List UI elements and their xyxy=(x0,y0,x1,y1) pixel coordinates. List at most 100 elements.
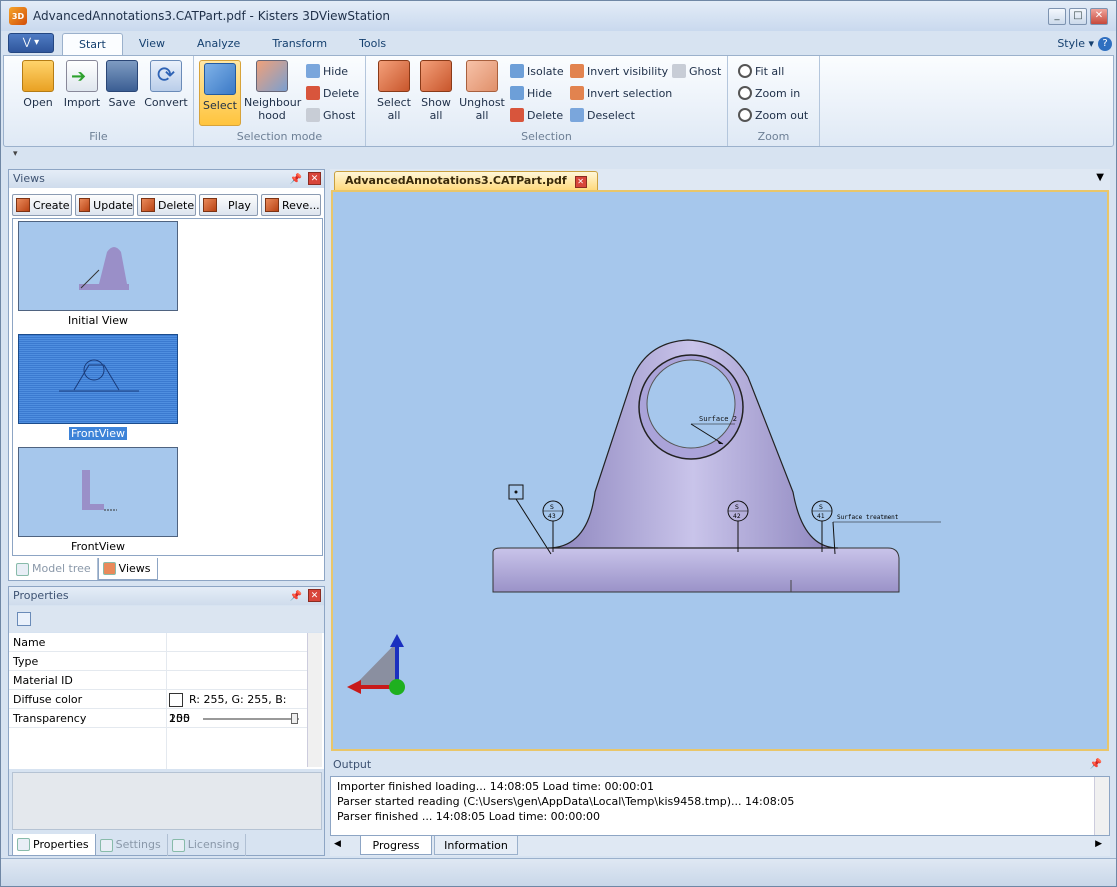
magnifier-minus-icon xyxy=(738,108,752,122)
hide-mode-button[interactable]: Hide xyxy=(306,62,348,80)
select-all-icon xyxy=(378,60,410,92)
copy-icon[interactable] xyxy=(17,612,31,626)
tab-view[interactable]: View xyxy=(123,33,181,55)
properties-toolbar xyxy=(9,606,324,632)
close-tab-icon[interactable]: ✕ xyxy=(574,176,587,188)
scroll-right-icon[interactable]: ▶ xyxy=(1095,839,1102,849)
hide-button[interactable]: Hide xyxy=(510,84,552,102)
tab-list-dropdown[interactable]: ▼ xyxy=(1096,172,1104,183)
views-icon xyxy=(102,562,116,575)
ghost-icon xyxy=(672,64,686,78)
pin-icon[interactable]: 📌 xyxy=(1090,759,1102,770)
output-scrollbar[interactable] xyxy=(1094,777,1109,835)
selection-mode-group: Select Neighbour hood Hide Delete Ghost S… xyxy=(194,56,366,146)
color-swatch[interactable] xyxy=(169,693,183,707)
panel-close-button[interactable]: ✕ xyxy=(308,589,321,602)
save-disk-icon xyxy=(106,60,138,92)
tab-views[interactable]: Views xyxy=(97,558,158,580)
transparency-slider[interactable] xyxy=(203,718,299,720)
ghost-mode-button[interactable]: Ghost xyxy=(306,106,355,124)
panel-close-button[interactable]: ✕ xyxy=(308,172,321,185)
convert-button[interactable]: ⟳ Convert xyxy=(142,60,190,109)
help-icon[interactable]: ? xyxy=(1098,37,1112,51)
tab-progress[interactable]: Progress xyxy=(360,836,432,855)
maximize-button[interactable]: □ xyxy=(1069,8,1087,25)
fit-all-button[interactable]: Fit all xyxy=(738,62,784,80)
delete-view-button[interactable]: Delete xyxy=(137,194,196,216)
output-panel: Output 📌 Importer finished loading... 14… xyxy=(330,757,1110,856)
svg-text:S: S xyxy=(819,504,823,511)
pin-icon[interactable]: 📌 xyxy=(290,171,302,189)
delete-button[interactable]: Delete xyxy=(510,106,563,124)
view-thumbnail-initial[interactable] xyxy=(18,221,178,311)
play-icon xyxy=(203,198,217,212)
zoom-in-button[interactable]: Zoom in xyxy=(738,84,800,102)
views-list: Initial View FrontView FrontView xyxy=(12,218,323,556)
play-view-button[interactable]: Play xyxy=(199,194,258,216)
save-button[interactable]: Save xyxy=(102,60,142,109)
create-view-icon xyxy=(16,198,30,212)
output-tabs: ◀ Progress Information ▶ xyxy=(330,836,1110,856)
prop-row-transparency[interactable]: Transparency 100 xyxy=(9,709,309,728)
scroll-left-icon[interactable]: ◀ xyxy=(334,839,341,849)
quick-access-toolbar[interactable]: ▾ xyxy=(3,149,1114,167)
pin-icon[interactable]: 📌 xyxy=(290,588,302,606)
views-panel: Views 📌 ✕ Create Update Delete Play Reve… xyxy=(8,169,325,581)
show-all-button[interactable]: Show all xyxy=(416,60,456,122)
unghost-all-button[interactable]: Unghost all xyxy=(458,60,506,122)
delete-mode-button[interactable]: Delete xyxy=(306,84,359,102)
tab-licensing[interactable]: Licensing xyxy=(168,834,247,856)
3d-model-canvas[interactable]: Surface 2 S 43 S 42 S 41 Surface treatme… xyxy=(333,192,1107,749)
tab-model-tree[interactable]: Model tree xyxy=(12,558,98,580)
convert-icon: ⟳ xyxy=(150,60,182,92)
settings-icon xyxy=(99,838,113,852)
prop-row-diffuse[interactable]: Diffuse color R: 255, G: 255, B: 255 xyxy=(9,690,309,725)
import-button[interactable]: ➔ Import xyxy=(60,60,104,109)
prop-row-type: Type xyxy=(9,652,309,671)
update-view-button[interactable]: Update xyxy=(75,194,134,216)
ghost-button[interactable]: Ghost xyxy=(672,62,721,80)
view-thumbnail-frontview[interactable] xyxy=(18,447,178,537)
deselect-icon xyxy=(570,108,584,122)
minimize-button[interactable]: _ xyxy=(1048,8,1066,25)
properties-scrollbar[interactable] xyxy=(307,633,322,767)
tab-transform[interactable]: Transform xyxy=(256,33,343,55)
view-thumbnail-frontview-selected[interactable] xyxy=(18,334,178,424)
create-view-button[interactable]: Create xyxy=(12,194,72,216)
hide-icon xyxy=(306,64,320,78)
open-button[interactable]: Open xyxy=(16,60,60,109)
tab-information[interactable]: Information xyxy=(434,836,518,855)
invert-visibility-icon xyxy=(570,64,584,78)
tab-start[interactable]: Start xyxy=(62,33,123,55)
views-panel-header: Views 📌 ✕ xyxy=(9,170,324,188)
tab-analyze[interactable]: Analyze xyxy=(181,33,256,55)
ribbon: Open ➔ Import Save ⟳ Convert File Select xyxy=(3,55,1114,147)
properties-grid: Name Type Material ID Diffuse color R: 25… xyxy=(9,633,324,769)
invert-selection-icon xyxy=(570,86,584,100)
3d-viewport[interactable]: Surface 2 S 43 S 42 S 41 Surface treatme… xyxy=(331,190,1109,751)
invert-selection-button[interactable]: Invert selection xyxy=(570,84,672,102)
output-line-1: Importer finished loading... 14:08:05 Lo… xyxy=(337,780,654,793)
close-button[interactable]: ✕ xyxy=(1090,8,1108,25)
tab-tools[interactable]: Tools xyxy=(343,33,402,55)
slider-thumb[interactable] xyxy=(291,713,298,724)
app-menu-button[interactable]: ⋁ ▾ xyxy=(8,33,54,53)
view-label-frontview-selected: FrontView xyxy=(69,427,127,440)
reverse-view-button[interactable]: Reve... xyxy=(261,194,321,216)
select-mode-button[interactable]: Select xyxy=(199,60,241,126)
hide-icon xyxy=(510,86,524,100)
isolate-button[interactable]: Isolate xyxy=(510,62,564,80)
invert-visibility-button[interactable]: Invert visibility xyxy=(570,62,668,80)
tab-settings[interactable]: Settings xyxy=(96,834,168,856)
zoom-out-button[interactable]: Zoom out xyxy=(738,106,808,124)
document-tab[interactable]: AdvancedAnnotations3.CATPart.pdf ✕ xyxy=(334,171,598,191)
delete-icon xyxy=(510,108,524,122)
select-all-button[interactable]: Select all xyxy=(374,60,414,122)
tab-properties[interactable]: Properties xyxy=(12,834,96,856)
reverse-icon xyxy=(265,198,279,212)
views-panel-tabs: Model tree Views xyxy=(12,558,158,580)
style-menu[interactable]: Style ▾ xyxy=(1057,37,1094,50)
part-bore-hole xyxy=(646,359,736,449)
deselect-button[interactable]: Deselect xyxy=(570,106,635,124)
neighbourhood-button[interactable]: Neighbour hood xyxy=(244,60,301,122)
